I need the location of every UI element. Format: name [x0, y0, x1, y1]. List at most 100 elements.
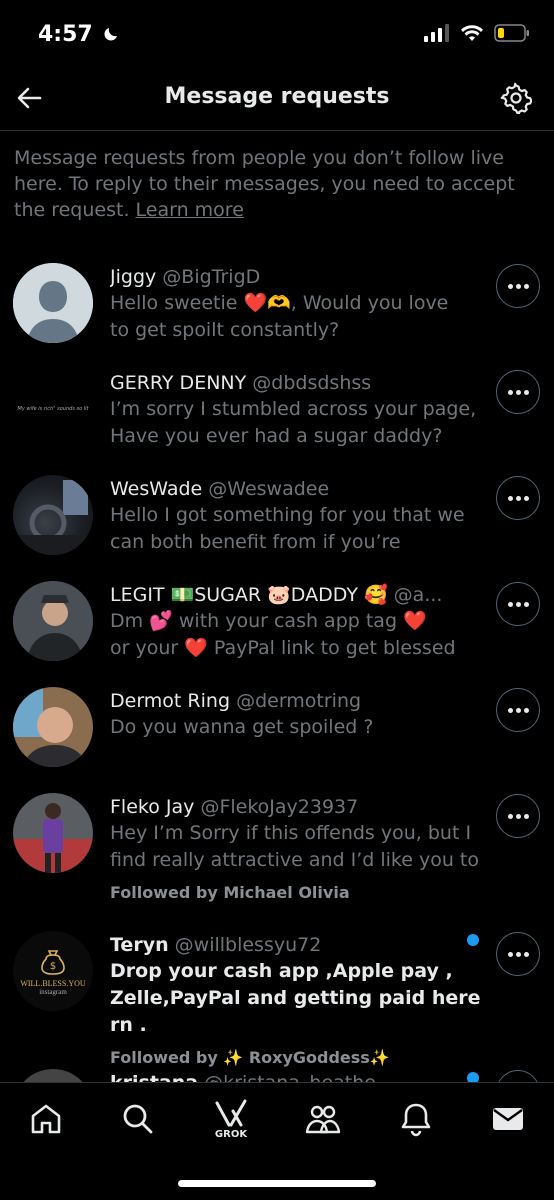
avatar[interactable]	[13, 793, 93, 873]
sender-name: Teryn	[110, 934, 169, 956]
message-preview-line-1: Do you wanna get spoiled ?	[110, 716, 374, 738]
wifi-icon	[461, 25, 483, 41]
nav-communities[interactable]	[303, 1099, 343, 1139]
row-content: GERRY DENNY @dbdsdshss I’m sorry I stumb…	[110, 370, 486, 450]
status-time: 4:57	[38, 22, 120, 47]
nav-search[interactable]	[118, 1099, 158, 1139]
intro-description: Message requests from people you don’t f…	[14, 147, 515, 221]
list-item[interactable]: Fleko Jay @FlekoJay23937 Hey I’m Sorry i…	[0, 786, 554, 924]
more-icon	[507, 813, 529, 819]
sender-line: GERRY DENNY @dbdsdshss	[110, 370, 486, 396]
more-options-button[interactable]	[496, 370, 540, 414]
communities-icon	[305, 1105, 341, 1134]
more-options-button[interactable]	[496, 794, 540, 838]
header-divider	[0, 130, 554, 131]
avatar[interactable]: $ WILL.BLESS.YOU instagram	[13, 931, 93, 1011]
row-content: WesWade @Weswadee Hello I got something …	[110, 476, 486, 556]
avatar[interactable]	[13, 263, 93, 343]
more-icon	[507, 951, 529, 957]
followed-by-label: Followed by Michael Olivia	[110, 883, 350, 902]
more-icon	[507, 707, 529, 713]
message-preview-line-2: find really attractive and I’d like you …	[110, 849, 479, 871]
man-photo	[13, 687, 93, 767]
settings-button[interactable]	[500, 82, 533, 117]
avatar[interactable]	[13, 475, 93, 555]
list-item[interactable]: LEGIT 💵SUGAR 🐷DADDY 🥰 @a... Dm 💕 with yo…	[0, 574, 554, 680]
more-options-button[interactable]	[496, 932, 540, 976]
sender-line: Fleko Jay @FlekoJay23937	[110, 794, 486, 820]
more-options-button[interactable]	[496, 264, 540, 308]
row-content: LEGIT 💵SUGAR 🐷DADDY 🥰 @a... Dm 💕 with yo…	[110, 582, 486, 662]
list-item[interactable]: My wife is rich" sounds so lit GERRY DEN…	[0, 362, 554, 468]
grok-label: GROK	[214, 1129, 248, 1140]
list-item[interactable]: Dermot Ring @dermotring Do you wanna get…	[0, 680, 554, 786]
header: Message requests	[0, 68, 554, 130]
default-avatar-icon	[13, 263, 93, 343]
sender-name: GERRY DENNY	[110, 372, 247, 394]
nav-messages[interactable]	[488, 1099, 528, 1139]
list-item[interactable]: Jiggy @BigTrigD Hello sweetie ❤️🫶, Would…	[0, 256, 554, 362]
avatar-caption: My wife is rich" sounds so lit	[17, 406, 89, 412]
nav-grok[interactable]: GROK	[211, 1099, 251, 1140]
message-preview-line-1: I’m sorry I stumbled across your page,	[110, 398, 477, 420]
sender-handle: @dermotring	[236, 690, 362, 712]
message-preview-line-1: Hello I got something for you that we	[110, 504, 465, 526]
car-interior-photo	[13, 480, 93, 555]
sender-handle: @willblessyu72	[174, 934, 322, 956]
row-content: Teryn @willblessyu72 Drop your cash app …	[110, 932, 486, 1069]
envelope-icon	[493, 1108, 523, 1130]
message-preview-line-2: can both benefit from if you’re	[110, 531, 401, 553]
message-preview-line-2: Have you ever had a sugar daddy?	[110, 425, 443, 447]
more-icon	[507, 389, 529, 395]
money-bag-icon: $	[41, 949, 65, 975]
sender-handle: @a...	[393, 584, 443, 606]
avatar[interactable]: My wife is rich" sounds so lit	[13, 369, 93, 449]
home-icon	[31, 1104, 61, 1134]
avatar[interactable]	[13, 687, 93, 767]
nav-home[interactable]	[26, 1099, 66, 1139]
message-preview-line-1: Hello sweetie ❤️🫶, Would you love	[110, 292, 449, 314]
sender-name: Jiggy	[110, 266, 157, 288]
search-icon	[123, 1104, 153, 1134]
message-preview-line-1: Hey I’m Sorry if this offends you, but I	[110, 822, 472, 844]
page-title: Message requests	[164, 84, 390, 109]
list-item[interactable]: WesWade @Weswadee Hello I got something …	[0, 468, 554, 574]
status-icons	[424, 24, 530, 42]
list-item[interactable]: $ WILL.BLESS.YOU instagram Teryn @willbl…	[0, 924, 554, 1067]
row-content: Fleko Jay @FlekoJay23937 Hey I’m Sorry i…	[110, 794, 486, 904]
grok-icon	[215, 1099, 247, 1127]
message-preview-line-1: Drop your cash app ,Apple pay ,	[110, 960, 453, 982]
more-options-button[interactable]	[496, 582, 540, 626]
unread-indicator	[467, 934, 479, 946]
message-preview-line-2: or your ❤️ PayPal link to get blessed	[110, 637, 456, 659]
more-icon	[507, 601, 529, 607]
signal-icon	[424, 24, 449, 42]
svg-text:$: $	[50, 961, 56, 972]
more-options-button[interactable]	[496, 688, 540, 732]
sender-handle: @Weswadee	[208, 478, 330, 500]
sender-name: WesWade	[110, 478, 203, 500]
home-indicator	[178, 1180, 376, 1187]
learn-more-link[interactable]: Learn more	[136, 199, 244, 221]
man-photo	[13, 793, 93, 873]
avatar[interactable]	[13, 581, 93, 661]
moon-icon	[104, 28, 118, 41]
intro-text: Message requests from people you don’t f…	[14, 145, 524, 223]
message-preview-line-1: Dm 💕 with your cash app tag ❤️	[110, 610, 427, 632]
sender-handle: @dbdsdshss	[252, 372, 372, 394]
more-options-button[interactable]	[496, 476, 540, 520]
message-preview-line-2: to get spoilt constantly?	[110, 319, 340, 341]
sender-name: Dermot Ring	[110, 690, 231, 712]
sender-line: Jiggy @BigTrigD	[110, 264, 486, 290]
sender-handle: @BigTrigD	[162, 266, 261, 288]
more-icon	[507, 495, 529, 501]
avatar-caption: WILL.BLESS.YOU	[20, 978, 86, 988]
row-content: Dermot Ring @dermotring Do you wanna get…	[110, 688, 486, 741]
sender-name: LEGIT 💵SUGAR 🐷DADDY 🥰	[110, 584, 388, 606]
row-content: Jiggy @BigTrigD Hello sweetie ❤️🫶, Would…	[110, 264, 486, 344]
sender-line: Dermot Ring @dermotring	[110, 688, 486, 714]
sender-line: Teryn @willblessyu72	[110, 932, 486, 958]
battery-icon	[494, 24, 529, 42]
status-bar: 4:57	[0, 0, 554, 68]
nav-notifications[interactable]	[396, 1099, 436, 1139]
